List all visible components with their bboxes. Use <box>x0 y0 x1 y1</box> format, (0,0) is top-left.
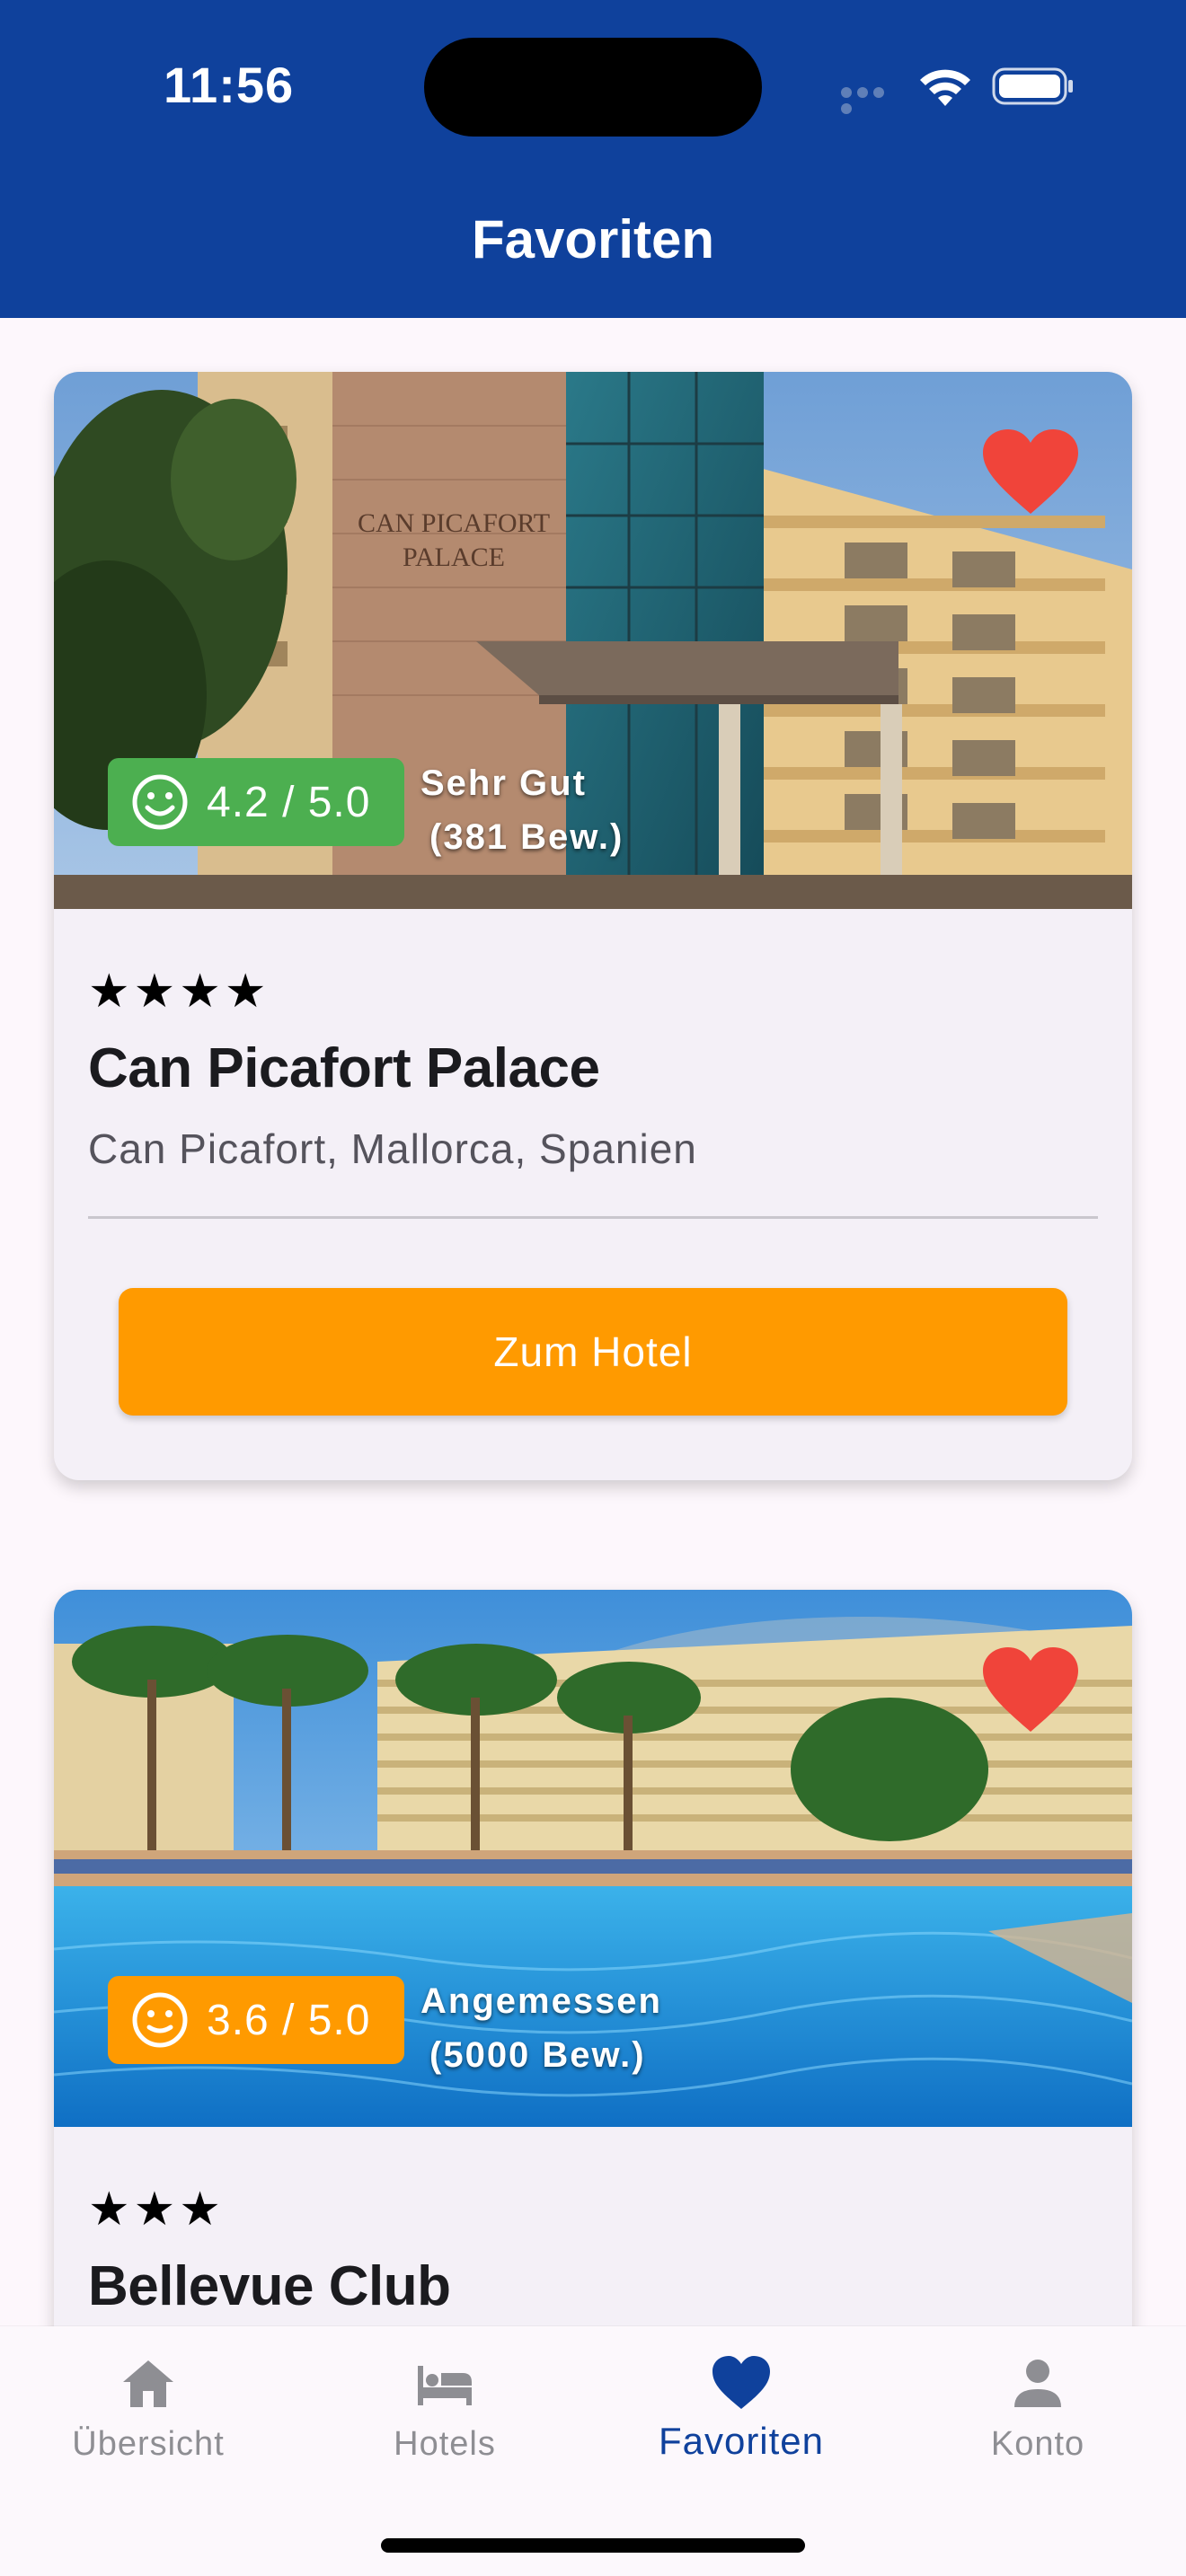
heart-icon <box>712 2356 770 2409</box>
smiley-icon <box>132 1992 188 2048</box>
favorite-heart-icon[interactable] <box>981 1645 1080 1735</box>
person-icon <box>1014 2360 1061 2407</box>
to-hotel-button[interactable]: Zum Hotel <box>119 1288 1067 1416</box>
cellular-signal-icon <box>841 86 900 114</box>
tab-label: Übersicht <box>72 2425 225 2463</box>
wifi-icon <box>920 69 970 106</box>
review-count: (381 Bew.) <box>429 817 624 857</box>
tab-favorites[interactable]: Favoriten <box>593 2353 890 2463</box>
rating-label: Sehr Gut <box>420 763 587 803</box>
bed-icon <box>418 2366 472 2405</box>
tab-label: Hotels <box>394 2425 496 2463</box>
rating-description: Sehr Gut (381 Bew.) <box>420 756 624 864</box>
rating-badge: 3.6 / 5.0 <box>108 1976 404 2064</box>
hotel-card[interactable]: CAN PICAFORT PALACE 4.2 / 5.0 Sehr Gut (… <box>54 372 1132 1480</box>
app-header: 11:56 Favoriten <box>0 0 1186 318</box>
rating-description: Angemessen (5000 Bew.) <box>420 1974 662 2082</box>
favorite-heart-icon[interactable] <box>981 428 1080 517</box>
rating-value: 4.2 / 5.0 <box>207 778 371 826</box>
hotel-sign-line2: PALACE <box>403 543 505 572</box>
hotel-photo[interactable]: 3.6 / 5.0 Angemessen (5000 Bew.) <box>54 1590 1132 2127</box>
page-title: Favoriten <box>471 209 715 269</box>
rating-value: 3.6 / 5.0 <box>207 1996 371 2044</box>
tab-overview[interactable]: Übersicht <box>0 2353 296 2464</box>
tab-label: Konto <box>990 2425 1085 2463</box>
battery-icon <box>992 67 1073 105</box>
hotel-card[interactable]: 3.6 / 5.0 Angemessen (5000 Bew.) ★★★ Bel… <box>54 1590 1132 2398</box>
hotel-location: Can Picafort, Mallorca, Spanien <box>88 1125 697 1172</box>
hotel-stars: ★★★ <box>88 2183 225 2236</box>
hotel-name[interactable]: Can Picafort Palace <box>88 1037 600 1100</box>
card-divider <box>88 1216 1098 1219</box>
hotel-photo[interactable]: CAN PICAFORT PALACE 4.2 / 5.0 Sehr Gut (… <box>54 372 1132 909</box>
rating-label: Angemessen <box>420 1981 662 2021</box>
hotel-sign-line1: CAN PICAFORT <box>358 508 550 538</box>
tab-hotels[interactable]: Hotels <box>296 2353 593 2464</box>
dynamic-island <box>424 38 762 137</box>
review-count: (5000 Bew.) <box>429 2035 646 2075</box>
rating-badge: 4.2 / 5.0 <box>108 758 404 846</box>
hotel-stars: ★★★★ <box>88 966 270 1018</box>
smiley-icon <box>132 774 188 830</box>
hotel-name[interactable]: Bellevue Club <box>88 2254 451 2318</box>
home-indicator <box>381 2538 805 2553</box>
status-time: 11:56 <box>164 57 295 113</box>
home-icon <box>123 2360 173 2407</box>
tab-account[interactable]: Konto <box>890 2353 1186 2464</box>
tab-label: Favoriten <box>658 2420 825 2462</box>
